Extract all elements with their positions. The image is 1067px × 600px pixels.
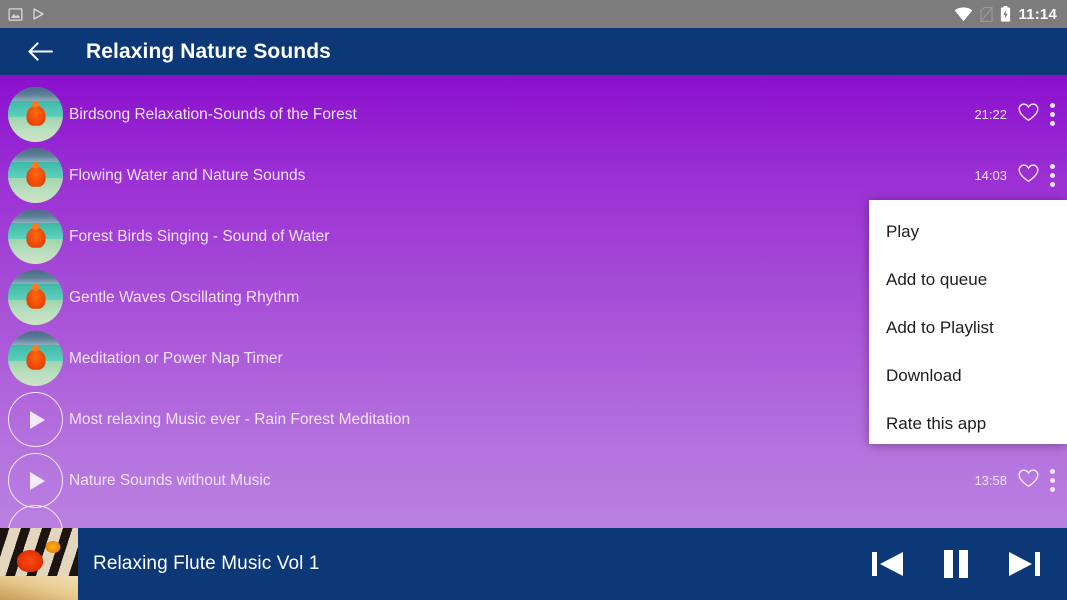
table-row[interactable]: Birdsong Relaxation-Sounds of the Forest… <box>0 84 1067 145</box>
table-row[interactable]: Nature Sounds without Music 13:58 <box>0 450 1067 511</box>
status-bar-right-icons: 11:14 <box>954 6 1057 23</box>
album-art-thumbnail <box>8 87 63 142</box>
favorite-heart-icon[interactable] <box>1018 163 1039 188</box>
play-circle-icon[interactable] <box>8 453 63 508</box>
album-art-thumbnail <box>8 331 63 386</box>
now-playing-artwork <box>0 528 78 600</box>
pause-button[interactable] <box>941 548 971 580</box>
overflow-menu-icon[interactable] <box>1050 103 1055 126</box>
status-bar: 11:14 <box>0 0 1067 28</box>
track-title: Meditation or Power Nap Timer <box>69 349 283 367</box>
menu-item-add-to-queue[interactable]: Add to queue <box>869 256 1067 304</box>
track-title: Forest Birds Singing - Sound of Water <box>69 227 330 245</box>
track-title: Gentle Waves Oscillating Rhythm <box>69 288 300 306</box>
menu-item-rate-this-app[interactable]: Rate this app <box>869 400 1067 448</box>
page-title: Relaxing Nature Sounds <box>86 39 331 63</box>
favorite-heart-icon[interactable] <box>1018 468 1039 493</box>
favorite-heart-icon[interactable] <box>1018 102 1039 127</box>
battery-charging-icon <box>1000 6 1011 22</box>
menu-item-download[interactable]: Download <box>869 352 1067 400</box>
menu-item-add-to-playlist[interactable]: Add to Playlist <box>869 304 1067 352</box>
status-bar-clock: 11:14 <box>1018 5 1057 23</box>
track-duration: 13:58 <box>974 473 1007 488</box>
app-screen: 11:14 Relaxing Nature Sounds Birdsong Re… <box>0 0 1067 600</box>
menu-item-play[interactable]: Play <box>869 208 1067 256</box>
now-playing-title: Relaxing Flute Music Vol 1 <box>93 553 320 574</box>
back-arrow-icon[interactable] <box>28 41 53 62</box>
play-circle-icon[interactable] <box>8 392 63 447</box>
screenshot-icon <box>8 7 23 22</box>
track-title: Nature Sounds without Music <box>69 471 271 489</box>
next-button[interactable] <box>1007 549 1041 579</box>
overflow-menu-icon[interactable] <box>1050 164 1055 187</box>
player-controls <box>871 548 1067 580</box>
track-title: Most relaxing Music ever - Rain Forest M… <box>69 410 411 428</box>
sim-card-icon <box>980 6 994 22</box>
context-menu[interactable]: Play Add to queue Add to Playlist Downlo… <box>869 200 1067 444</box>
now-playing-bar[interactable]: Relaxing Flute Music Vol 1 <box>0 528 1067 600</box>
app-bar: Relaxing Nature Sounds <box>0 28 1067 75</box>
album-art-thumbnail <box>8 270 63 325</box>
status-bar-left-icons <box>8 7 44 22</box>
track-duration: 14:03 <box>974 168 1007 183</box>
album-art-thumbnail <box>8 209 63 264</box>
wifi-icon <box>954 6 973 22</box>
table-row[interactable]: Flowing Water and Nature Sounds 14:03 <box>0 145 1067 206</box>
previous-button[interactable] <box>871 549 905 579</box>
play-indicator-icon <box>33 8 44 20</box>
track-duration: 21:22 <box>974 107 1007 122</box>
track-title: Flowing Water and Nature Sounds <box>69 166 306 184</box>
track-title: Birdsong Relaxation-Sounds of the Forest <box>69 105 357 123</box>
overflow-menu-icon[interactable] <box>1050 469 1055 492</box>
album-art-thumbnail <box>8 148 63 203</box>
